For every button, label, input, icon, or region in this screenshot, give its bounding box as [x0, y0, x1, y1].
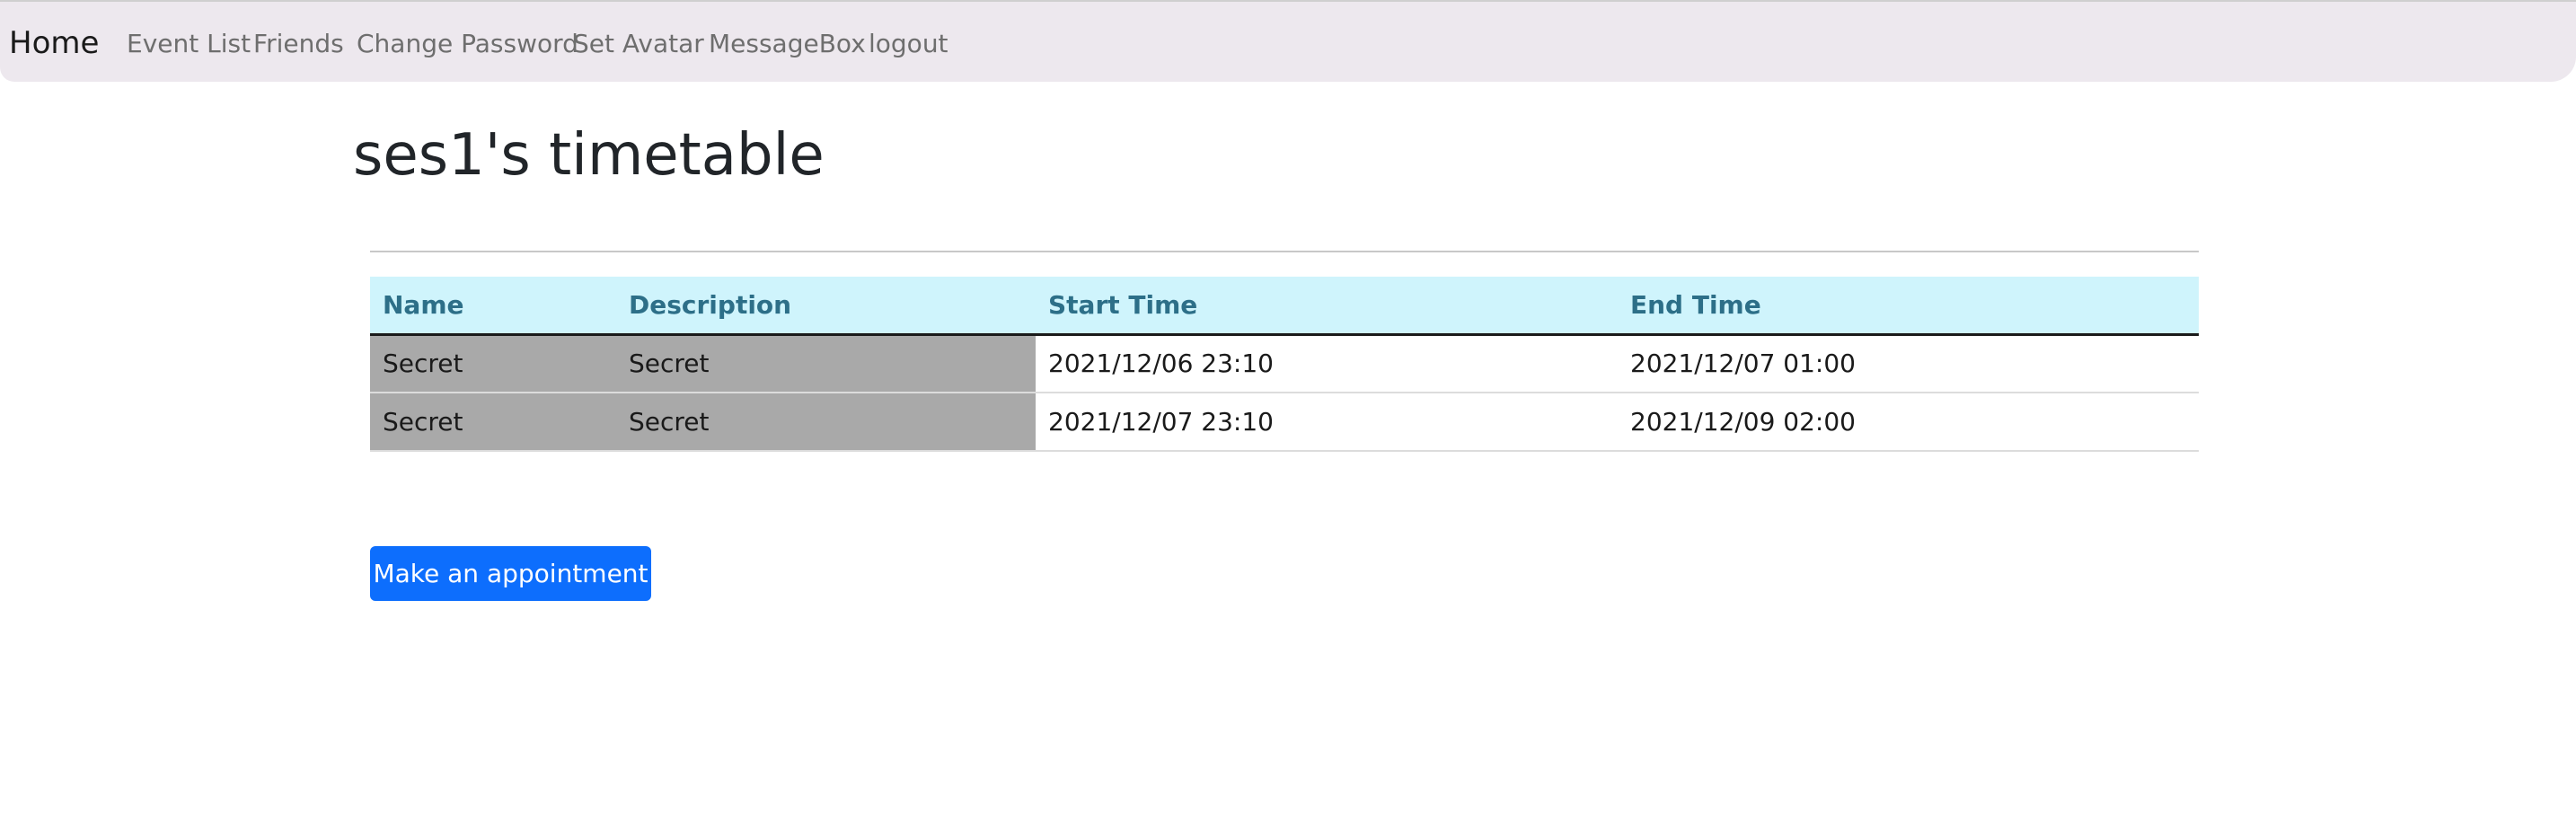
column-header-start-time: Start Time	[1036, 277, 1618, 336]
home-link[interactable]: Home	[9, 25, 99, 61]
timetable-table: Name Description Start Time End Time Sec…	[370, 277, 2199, 452]
nav-link-set-avatar[interactable]: Set Avatar	[573, 29, 704, 59]
column-header-end-time: End Time	[1618, 277, 2199, 336]
nav-link-event-list[interactable]: Event List	[127, 29, 251, 59]
table-header-row: Name Description Start Time End Time	[370, 277, 2199, 336]
cell-end-time: 2021/12/07 01:00	[1618, 334, 2199, 393]
nav-link-friends[interactable]: Friends	[253, 29, 344, 59]
column-header-name: Name	[370, 277, 616, 336]
cell-name: Secret	[370, 334, 616, 393]
cell-end-time: 2021/12/09 02:00	[1618, 393, 2199, 452]
page-title: ses1's timetable	[353, 122, 825, 189]
nav-link-logout[interactable]: logout	[869, 29, 948, 59]
nav-link-change-password[interactable]: Change Password	[357, 29, 578, 59]
cell-name: Secret	[370, 393, 616, 452]
make-appointment-button[interactable]: Make an appointment	[370, 546, 651, 601]
navbar: Home Event List Friends Change Password …	[0, 0, 2576, 82]
cell-start-time: 2021/12/06 23:10	[1036, 334, 1618, 393]
table-row: Secret Secret 2021/12/07 23:10 2021/12/0…	[370, 393, 2199, 452]
table-row: Secret Secret 2021/12/06 23:10 2021/12/0…	[370, 334, 2199, 393]
divider	[370, 251, 2199, 252]
nav-link-messagebox[interactable]: MessageBox	[709, 29, 866, 59]
cell-description: Secret	[616, 334, 1036, 393]
cell-description: Secret	[616, 393, 1036, 452]
cell-start-time: 2021/12/07 23:10	[1036, 393, 1618, 452]
column-header-description: Description	[616, 277, 1036, 336]
